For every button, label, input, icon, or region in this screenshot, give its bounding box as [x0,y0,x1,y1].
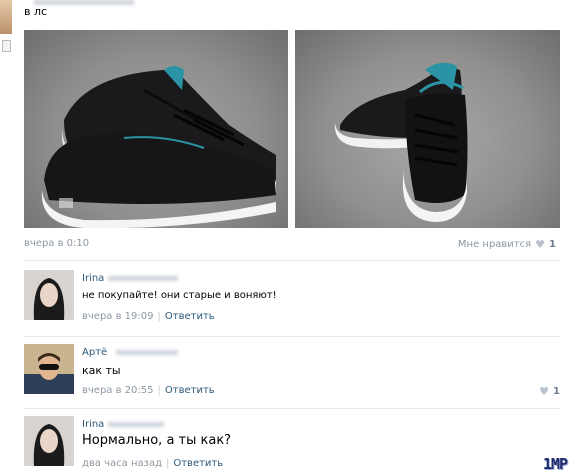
divider [24,260,560,261]
avatar-image [24,344,74,394]
avatar[interactable] [24,344,74,394]
comment-meta: два часа назад | Ответить [82,458,223,469]
divider [24,408,560,409]
sneakers-front-image [334,62,468,222]
comment-meta: вчера в 19:09 | Ответить [82,311,215,322]
sneakers-side-image [41,66,276,228]
avatar[interactable] [24,416,74,466]
author-surname-redacted [108,276,178,281]
like-label: Мне нравится [457,239,532,250]
comment-author[interactable]: Irina [82,419,104,430]
post-text: в лс [24,5,48,18]
reply-link[interactable]: Ответить [165,385,215,396]
divider [24,336,560,337]
heart-icon: ♥ [539,385,550,398]
avatar-image [24,416,74,466]
reply-link[interactable]: Ответить [165,311,215,322]
post-author-avatar[interactable] [0,0,12,34]
comment-item: Артё как ты вчера в 20:55 | Ответить ♥ 1 [24,341,560,401]
separator: | [157,311,161,322]
post-author-name-redacted [34,0,134,5]
comment-author[interactable]: Irina [82,273,104,284]
author-surname-redacted [108,422,164,427]
heart-icon: ♥ [535,238,546,251]
avatar-image [24,270,74,320]
comment-text: не покупайте! они старые и воняют! [82,290,277,301]
comment-time[interactable]: вчера в 20:55 [82,385,154,396]
comment-time[interactable]: вчера в 19:09 [82,311,154,322]
avatar[interactable] [24,270,74,320]
comment-time[interactable]: два часа назад [82,458,162,469]
comment-item: Irina Нормально, а ты как? два часа наза… [24,413,560,473]
post-like-button[interactable]: Мне нравится ♥ 1 [458,238,556,251]
comment-item: Irina не покупайте! они старые и воняют!… [24,267,560,332]
comment-like-button[interactable]: ♥ 1 [539,385,560,398]
comment-meta: вчера в 20:55 | Ответить [82,385,215,396]
post-time[interactable]: вчера в 0:10 [24,238,89,249]
watermark-logo: 1MP [542,455,568,473]
like-count: 1 [553,386,560,397]
comment-author[interactable]: Артё [82,347,107,358]
comment-text: Нормально, а ты как? [82,433,232,448]
author-surname-redacted [116,350,178,355]
reply-link[interactable]: Ответить [173,458,223,469]
comment-text: как ты [82,364,121,377]
like-count: 1 [549,239,556,250]
post-side-icon [2,40,11,52]
separator: | [157,385,161,396]
separator: | [165,458,170,469]
post-photo-2[interactable] [295,30,560,228]
post-photo-1[interactable] [24,30,288,228]
